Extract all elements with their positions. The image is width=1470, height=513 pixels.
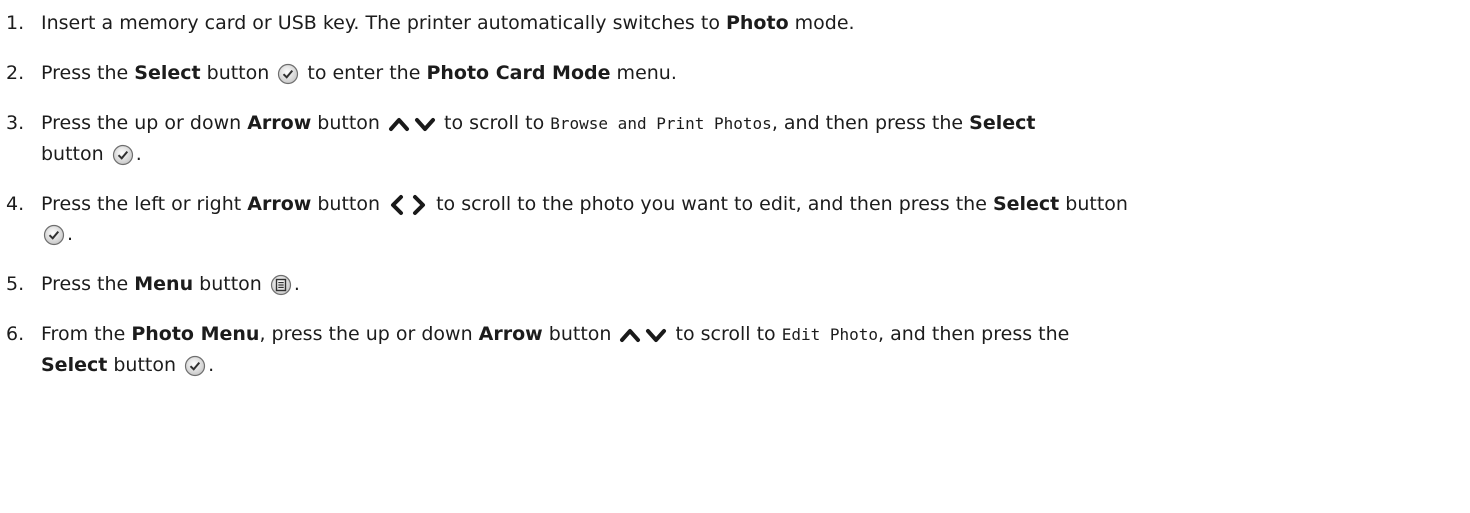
bold-term: Select: [41, 354, 108, 376]
step-text: Insert a memory card or USB key. The pri…: [41, 12, 726, 34]
bold-term: Photo: [725, 12, 789, 34]
bold-term: Arrow: [247, 112, 312, 134]
up-down-arrow-icon: [619, 325, 667, 345]
select-check-icon: [112, 144, 134, 166]
bold-term: Photo Card Mode: [426, 62, 611, 84]
bold-term: Arrow: [247, 193, 312, 215]
step-text: mode.: [788, 12, 855, 34]
step-text: button: [542, 323, 618, 345]
step-6: 6. From the Photo Menu, press the up or …: [6, 319, 1470, 380]
step-2: 2. Press the Select button to enter the …: [6, 58, 1470, 88]
step-number: 4.: [6, 193, 25, 215]
step-text: Press the: [41, 62, 135, 84]
instruction-list: 1. Insert a memory card or USB key. The …: [0, 0, 1470, 380]
select-check-icon: [43, 224, 65, 246]
step-4: 4. Press the left or right Arrow button …: [6, 189, 1470, 249]
step-text: to scroll to: [669, 323, 782, 345]
step-text: button: [193, 273, 268, 295]
menu-option-code: Edit Photo: [781, 325, 879, 344]
step-number: 5.: [6, 273, 25, 295]
step-text: Press the up or down: [41, 112, 248, 134]
bold-term: Select: [992, 193, 1060, 215]
step-text: Press the: [41, 273, 135, 295]
bold-term: Photo Menu: [131, 323, 260, 345]
step-text: .: [208, 354, 215, 376]
step-text: to scroll to: [438, 112, 551, 134]
step-text: button: [311, 193, 387, 215]
up-down-arrow-icon: [388, 114, 436, 134]
select-check-icon: [184, 355, 206, 377]
select-check-icon: [277, 63, 299, 85]
step-number: 2.: [6, 62, 25, 84]
step-text: , and then press the: [878, 323, 1070, 345]
step-text: , press the up or down: [259, 323, 479, 345]
step-text: .: [67, 223, 74, 245]
step-text: .: [135, 143, 142, 165]
step-number: 6.: [6, 323, 25, 345]
step-3: 3. Press the up or down Arrow button to …: [6, 108, 1470, 169]
step-text: button: [311, 112, 387, 134]
step-text: menu.: [610, 62, 677, 84]
left-right-arrow-icon: [388, 194, 428, 216]
step-text: to enter the: [301, 62, 427, 84]
bold-term: Select: [134, 62, 201, 84]
step-text: button: [200, 62, 276, 84]
menu-option-code: Browse and Print Photos: [550, 114, 772, 133]
step-text: to scroll to the photo you want to edit,…: [430, 193, 993, 215]
step-text: button: [107, 354, 183, 376]
step-text: , and then press the: [771, 112, 970, 134]
step-text: .: [293, 273, 300, 295]
step-text: button: [41, 143, 110, 165]
bold-term: Arrow: [478, 323, 543, 345]
step-number: 3.: [6, 112, 25, 134]
step-5: 5. Press the Menu button .: [6, 269, 1470, 299]
step-number: 1.: [6, 12, 25, 34]
bold-term: Select: [969, 112, 1036, 134]
step-text: From the: [41, 323, 132, 345]
bold-term: Menu: [134, 273, 194, 295]
step-1: 1. Insert a memory card or USB key. The …: [6, 8, 1470, 38]
menu-icon: [270, 274, 292, 296]
step-text: Press the left or right: [41, 193, 248, 215]
step-text: button: [1059, 193, 1128, 215]
